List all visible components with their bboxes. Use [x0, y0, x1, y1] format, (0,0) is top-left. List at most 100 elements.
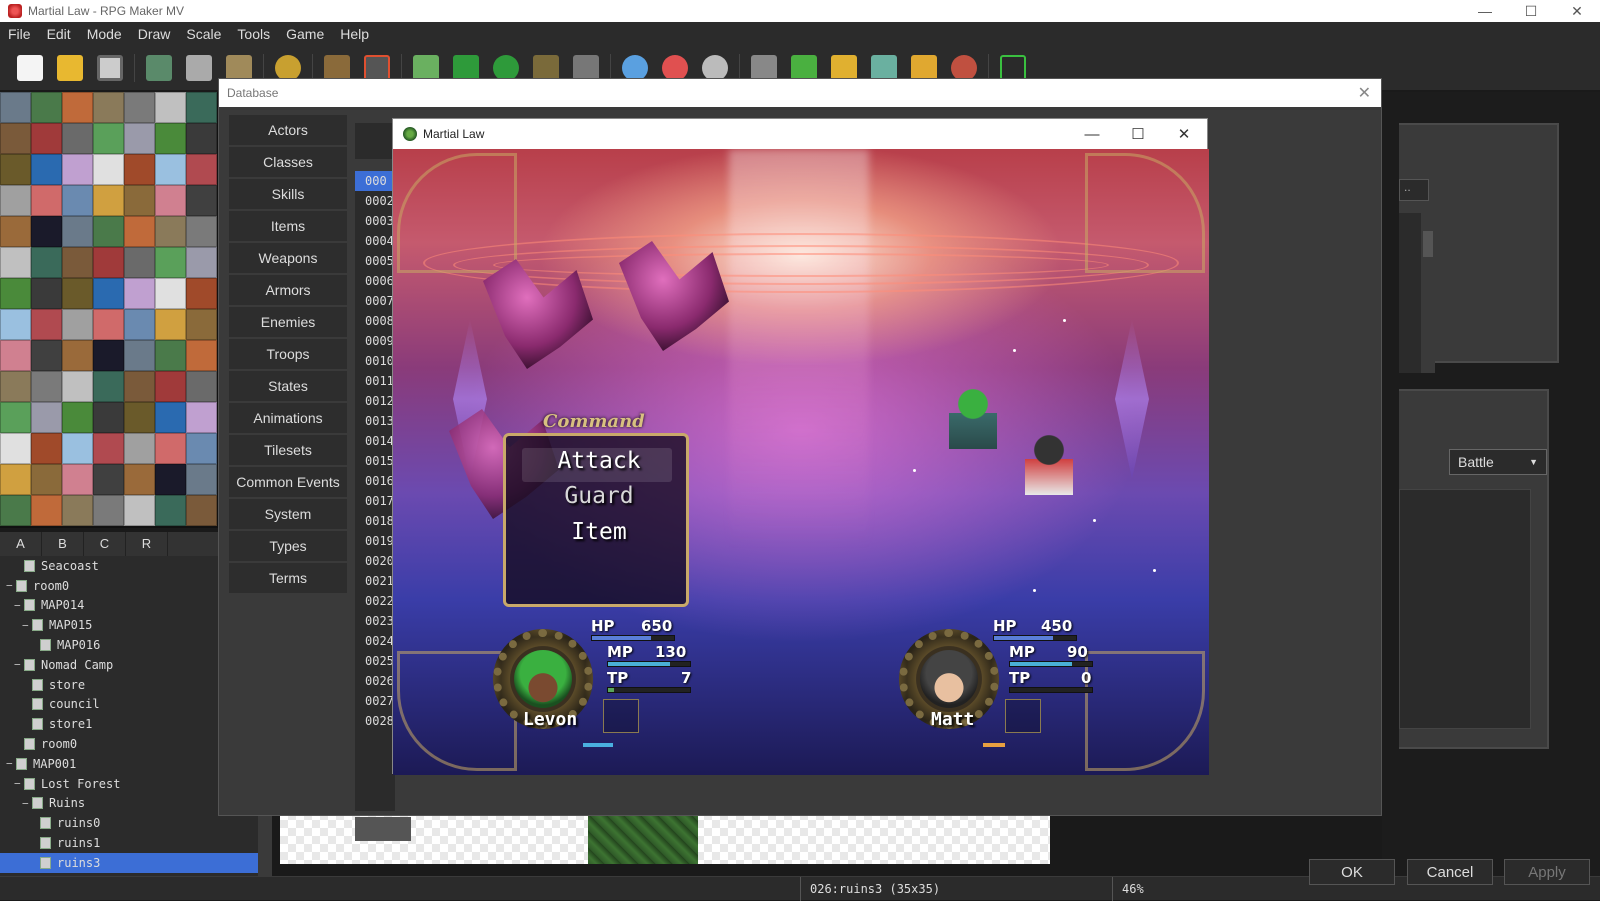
- tile[interactable]: [62, 433, 93, 464]
- tile[interactable]: [0, 216, 31, 247]
- database-list-item[interactable]: 0026: [355, 671, 395, 691]
- database-list-item[interactable]: 0021: [355, 571, 395, 591]
- actor-sprite-levon[interactable]: [949, 389, 997, 449]
- tile[interactable]: [186, 309, 217, 340]
- database-nav-terms[interactable]: Terms: [229, 563, 347, 593]
- database-list-item[interactable]: 0016: [355, 471, 395, 491]
- tile[interactable]: [31, 154, 62, 185]
- tile[interactable]: [0, 247, 31, 278]
- database-nav-enemies[interactable]: Enemies: [229, 307, 347, 337]
- database-list-item[interactable]: 0025: [355, 651, 395, 671]
- tile[interactable]: [62, 371, 93, 402]
- tile[interactable]: [186, 433, 217, 464]
- tile[interactable]: [93, 371, 124, 402]
- database-list-item[interactable]: 0012: [355, 391, 395, 411]
- tree-toggle-icon[interactable]: −: [14, 599, 24, 612]
- tileset-palette[interactable]: [0, 92, 218, 528]
- tile[interactable]: [93, 495, 124, 526]
- database-nav-troops[interactable]: Troops: [229, 339, 347, 369]
- tile[interactable]: [93, 309, 124, 340]
- tile[interactable]: [93, 340, 124, 371]
- database-nav-types[interactable]: Types: [229, 531, 347, 561]
- tile[interactable]: [186, 340, 217, 371]
- tile[interactable]: [0, 371, 31, 402]
- tile[interactable]: [31, 371, 62, 402]
- database-nav-classes[interactable]: Classes: [229, 147, 347, 177]
- tile[interactable]: [93, 433, 124, 464]
- tree-toggle-icon[interactable]: −: [6, 579, 16, 592]
- playtest-close-button[interactable]: ✕: [1161, 125, 1207, 143]
- minimize-button[interactable]: —: [1462, 0, 1508, 22]
- tile[interactable]: [62, 278, 93, 309]
- battle-scene[interactable]: Command Attack Guard Item Levon HP 650 M…: [393, 149, 1209, 775]
- tile[interactable]: [62, 464, 93, 495]
- command-item[interactable]: Item: [506, 519, 692, 545]
- tile[interactable]: [62, 309, 93, 340]
- database-list-item[interactable]: 0003: [355, 211, 395, 231]
- map-tree-item[interactable]: ruins3: [0, 852, 258, 873]
- tile[interactable]: [186, 464, 217, 495]
- tile[interactable]: [93, 216, 124, 247]
- database-list-item[interactable]: 0015: [355, 451, 395, 471]
- tile[interactable]: [155, 154, 186, 185]
- tile[interactable]: [93, 123, 124, 154]
- database-list-item[interactable]: 0008: [355, 311, 395, 331]
- menu-edit[interactable]: Edit: [39, 26, 79, 42]
- tile[interactable]: [93, 278, 124, 309]
- database-list-item[interactable]: 0007: [355, 291, 395, 311]
- database-list-item[interactable]: 0019: [355, 531, 395, 551]
- database-nav-weapons[interactable]: Weapons: [229, 243, 347, 273]
- tile[interactable]: [62, 247, 93, 278]
- tree-toggle-icon[interactable]: −: [14, 658, 24, 671]
- playtest-minimize-button[interactable]: —: [1069, 126, 1115, 143]
- tile[interactable]: [155, 247, 186, 278]
- save-project-icon[interactable]: [97, 55, 123, 81]
- menu-scale[interactable]: Scale: [178, 26, 229, 42]
- tile[interactable]: [124, 278, 155, 309]
- tile[interactable]: [0, 309, 31, 340]
- tile[interactable]: [31, 123, 62, 154]
- actor-sprite-matt[interactable]: [1025, 435, 1073, 495]
- database-list-item[interactable]: 0018: [355, 511, 395, 531]
- tile[interactable]: [155, 464, 186, 495]
- tile[interactable]: [155, 495, 186, 526]
- map-tree-scrollbar[interactable]: [258, 812, 272, 876]
- open-project-icon[interactable]: [57, 55, 83, 81]
- menu-file[interactable]: File: [0, 26, 39, 42]
- tree-toggle-icon[interactable]: −: [22, 619, 32, 632]
- database-nav-actors[interactable]: Actors: [229, 115, 347, 145]
- tree-toggle-icon[interactable]: −: [22, 797, 32, 810]
- database-nav-armors[interactable]: Armors: [229, 275, 347, 305]
- tile[interactable]: [62, 402, 93, 433]
- tree-toggle-icon[interactable]: −: [6, 757, 16, 770]
- tile[interactable]: [62, 185, 93, 216]
- tile[interactable]: [93, 185, 124, 216]
- database-list-item[interactable]: 0017: [355, 491, 395, 511]
- database-list-item[interactable]: 0010: [355, 351, 395, 371]
- database-list-item[interactable]: 0006: [355, 271, 395, 291]
- tile[interactable]: [155, 123, 186, 154]
- map-tile-area[interactable]: [588, 812, 698, 864]
- tile[interactable]: [186, 278, 217, 309]
- playtest-maximize-button[interactable]: ☐: [1115, 125, 1161, 143]
- tile[interactable]: [31, 402, 62, 433]
- menu-mode[interactable]: Mode: [79, 26, 130, 42]
- database-list-item[interactable]: 0024: [355, 631, 395, 651]
- tile[interactable]: [62, 154, 93, 185]
- tile[interactable]: [31, 278, 62, 309]
- database-close-icon[interactable]: ✕: [1358, 83, 1371, 103]
- tile[interactable]: [186, 371, 217, 402]
- tileset-tab-r[interactable]: R: [126, 532, 168, 556]
- database-list-item[interactable]: 0028: [355, 711, 395, 731]
- tile[interactable]: [186, 495, 217, 526]
- tile[interactable]: [31, 92, 62, 123]
- name-field[interactable]: ..: [1399, 179, 1429, 201]
- tile[interactable]: [93, 92, 124, 123]
- tile[interactable]: [155, 278, 186, 309]
- tile[interactable]: [124, 371, 155, 402]
- database-list-item[interactable]: 0005: [355, 251, 395, 271]
- database-list-item[interactable]: 000: [355, 171, 395, 191]
- tile[interactable]: [186, 154, 217, 185]
- tile[interactable]: [93, 247, 124, 278]
- database-list-item[interactable]: 0023: [355, 611, 395, 631]
